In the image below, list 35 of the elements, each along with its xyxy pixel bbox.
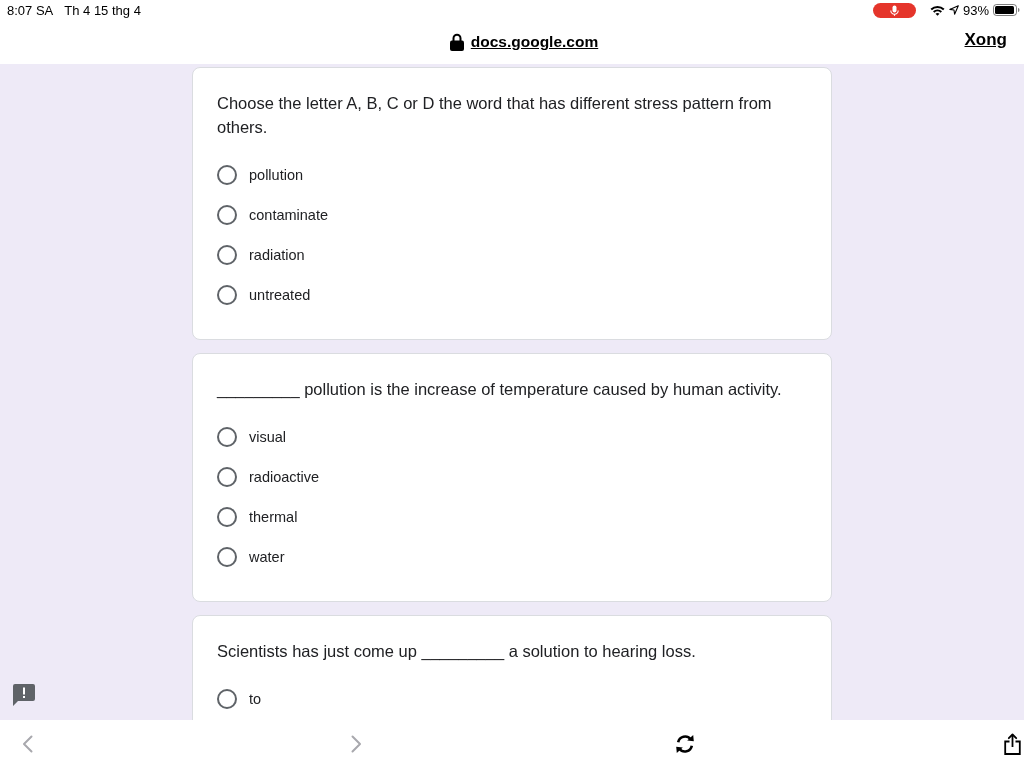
option-label[interactable]: radioactive [249,469,320,485]
battery-icon [993,4,1020,16]
radio-button[interactable] [217,165,237,185]
status-date: Th 4 15 thg 4 [64,2,141,18]
radio-button[interactable] [217,689,237,709]
chevron-right-icon [351,735,362,753]
option-label[interactable]: visual [249,429,287,445]
question-text: Choose the letter A, B, C or D the word that has different stress pattern from others. [217,93,773,138]
radio-button[interactable] [217,245,237,265]
done-button[interactable]: Xong [964,30,1007,50]
question-text: Scientists has just come up _________ a solution to hearing loss. [217,641,697,663]
radio-button[interactable] [217,205,237,225]
share-icon [1004,733,1021,755]
exclamation-bubble-icon[interactable] [13,684,35,706]
radio-button[interactable] [217,285,237,305]
option-label[interactable]: pollution [249,167,303,183]
status-time: 8:07 SA [7,2,54,18]
location-arrow-icon [948,5,959,15]
radio-button[interactable] [217,507,237,527]
question-text: _________ pollution is the increase of temperature caused by human activity. [217,379,783,401]
option-label[interactable]: contaminate [249,207,328,223]
wifi-icon [929,4,945,16]
radio-button[interactable] [217,547,237,567]
option-label[interactable]: untreated [249,287,311,303]
radio-button[interactable] [217,427,237,447]
reload-icon [674,734,695,754]
chevron-left-icon [22,735,33,753]
option-label[interactable]: to [249,691,262,707]
url-link[interactable]: docs.google.com [470,33,599,51]
option-label[interactable]: thermal [249,509,298,525]
option-label[interactable]: radiation [249,247,305,263]
battery-percent: 93% [962,2,989,18]
lock-icon [449,33,464,51]
option-label[interactable]: water [249,549,285,565]
radio-button[interactable] [217,467,237,487]
